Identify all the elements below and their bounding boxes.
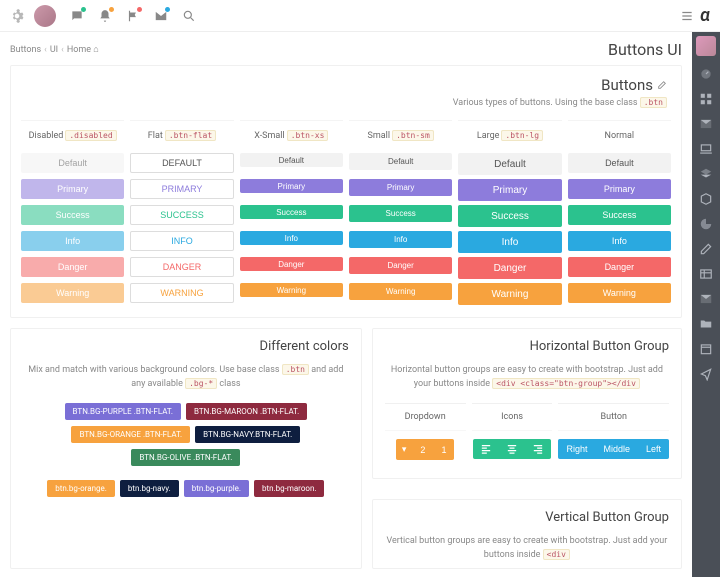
col-header: Disabled.disabled: [21, 120, 124, 149]
breadcrumb[interactable]: Buttons‹UI‹Home ⌂: [10, 44, 99, 55]
btn-danger[interactable]: Danger: [21, 257, 124, 277]
btn-info[interactable]: INFO: [130, 231, 233, 251]
btn-success[interactable]: Success: [458, 205, 561, 227]
dashboard-icon[interactable]: [699, 67, 713, 81]
hgroup-desc: Horizontal button groups are easy to cre…: [385, 364, 669, 391]
btn-def[interactable]: Default: [458, 153, 561, 175]
color-tag[interactable]: BTN.BG-ORANGE .BTN-FLAT.: [71, 426, 190, 443]
color-tag[interactable]: btn.bg-orange.: [47, 480, 115, 497]
btn-danger[interactable]: DANGER: [130, 257, 233, 277]
laptop-icon[interactable]: [699, 142, 713, 156]
btn-left[interactable]: Left: [638, 439, 669, 459]
btn-primary[interactable]: Primary: [240, 179, 343, 193]
sidebar-avatar[interactable]: [696, 36, 716, 56]
btn-primary[interactable]: Primary: [458, 179, 561, 201]
btn-info[interactable]: Info: [240, 231, 343, 245]
search-icon[interactable]: [182, 9, 196, 23]
settings-icon[interactable]: [10, 9, 24, 23]
panel-title: Buttons: [601, 76, 653, 94]
mail2-icon[interactable]: [699, 292, 713, 306]
color-tag[interactable]: btn.bg-maroon.: [254, 480, 324, 497]
btn-def[interactable]: Default: [349, 153, 452, 170]
col-icons: Icons: [472, 403, 553, 431]
btn-warning[interactable]: Warning: [240, 283, 343, 297]
hgroup-title: Horizontal Button Group: [385, 339, 669, 354]
layers-icon[interactable]: [699, 167, 713, 181]
btn-danger[interactable]: Danger: [240, 257, 343, 271]
bell-icon[interactable]: [98, 9, 112, 23]
align-right-icon[interactable]: [525, 439, 551, 459]
color-tag[interactable]: BTN.BG-PURPLE .BTN-FLAT.: [65, 403, 181, 420]
share-icon[interactable]: [699, 367, 713, 381]
btn-danger[interactable]: Danger: [458, 257, 561, 279]
panel-subtitle: Various types of buttons. Using the base…: [11, 98, 681, 116]
vgroup-title: Vertical Button Group: [385, 510, 669, 525]
btn-danger[interactable]: Danger: [568, 257, 671, 277]
mail-icon[interactable]: [154, 9, 168, 23]
dropdown-1[interactable]: 1: [433, 439, 454, 460]
btn-primary[interactable]: Primary: [349, 179, 452, 196]
vgroup-desc: Vertical button groups are easy to creat…: [385, 535, 669, 562]
btn-def[interactable]: DEFAULT: [130, 153, 233, 173]
btn-warning[interactable]: Warning: [458, 283, 561, 305]
col-dropdown: Dropdown: [385, 403, 466, 431]
color-tag[interactable]: btn.bg-navy.: [120, 480, 179, 497]
colors-title: Different colors: [23, 339, 349, 354]
btn-right[interactable]: Right: [558, 439, 595, 459]
color-tag[interactable]: BTN.BG-OLIVE .BTN-FLAT.: [131, 449, 240, 466]
btn-middle[interactable]: Middle: [595, 439, 638, 459]
col-header: Flat.btn-flat: [130, 120, 233, 149]
btn-success[interactable]: SUCCESS: [130, 205, 233, 225]
chat-icon[interactable]: [70, 9, 84, 23]
pencil-icon[interactable]: [699, 242, 713, 256]
calendar-icon[interactable]: [699, 342, 713, 356]
logo: α: [700, 5, 710, 26]
btn-warning[interactable]: Warning: [21, 283, 124, 303]
btn-success[interactable]: Success: [21, 205, 124, 225]
btn-warning[interactable]: WARNING: [130, 283, 233, 303]
btn-info[interactable]: Info: [458, 231, 561, 253]
folder-icon[interactable]: [699, 317, 713, 331]
btn-success[interactable]: Success: [568, 205, 671, 225]
col-header: Large.btn-lg: [458, 120, 561, 149]
btn-info[interactable]: Info: [349, 231, 452, 248]
btn-def[interactable]: Default: [240, 153, 343, 167]
btn-info[interactable]: Info: [568, 231, 671, 251]
color-tag[interactable]: BTN.BG-NAVY.BTN-FLAT.: [195, 426, 300, 443]
btn-info[interactable]: Info: [21, 231, 124, 251]
col-header: Normal: [568, 120, 671, 149]
table-icon[interactable]: [699, 267, 713, 281]
col-button: Button: [558, 403, 669, 431]
avatar[interactable]: [34, 5, 56, 27]
color-tag[interactable]: BTN.BG-MAROON .BTN-FLAT.: [186, 403, 307, 420]
col-header: X-Small.btn-xs: [240, 120, 343, 149]
color-tag[interactable]: btn.bg-purple.: [184, 480, 249, 497]
btn-primary[interactable]: PRIMARY: [130, 179, 233, 199]
page-title: Buttons UI: [608, 40, 682, 59]
envelope-icon[interactable]: [699, 117, 713, 131]
btn-primary[interactable]: Primary: [21, 179, 124, 199]
btn-warning[interactable]: Warning: [349, 283, 452, 300]
btn-success[interactable]: Success: [240, 205, 343, 219]
btn-def[interactable]: Default: [568, 153, 671, 173]
btn-danger[interactable]: Danger: [349, 257, 452, 274]
dropdown-2[interactable]: 2: [412, 439, 433, 460]
home-icon: ⌂: [93, 45, 98, 55]
btn-success[interactable]: Success: [349, 205, 452, 222]
col-header: Small.btn-sm: [349, 120, 452, 149]
colors-desc: Mix and match with various background co…: [23, 364, 349, 391]
pie-icon[interactable]: [699, 217, 713, 231]
cube-icon[interactable]: [699, 192, 713, 206]
flag-icon[interactable]: [126, 9, 140, 23]
align-left-icon[interactable]: [473, 439, 499, 459]
edit-icon[interactable]: [657, 76, 667, 86]
btn-def[interactable]: Default: [21, 153, 124, 173]
dropdown-caret[interactable]: ▾: [396, 439, 413, 460]
align-center-icon[interactable]: [499, 439, 525, 459]
grid-icon[interactable]: [699, 92, 713, 106]
btn-primary[interactable]: Primary: [568, 179, 671, 199]
btn-warning[interactable]: Warning: [568, 283, 671, 303]
menu-icon[interactable]: [680, 9, 694, 23]
